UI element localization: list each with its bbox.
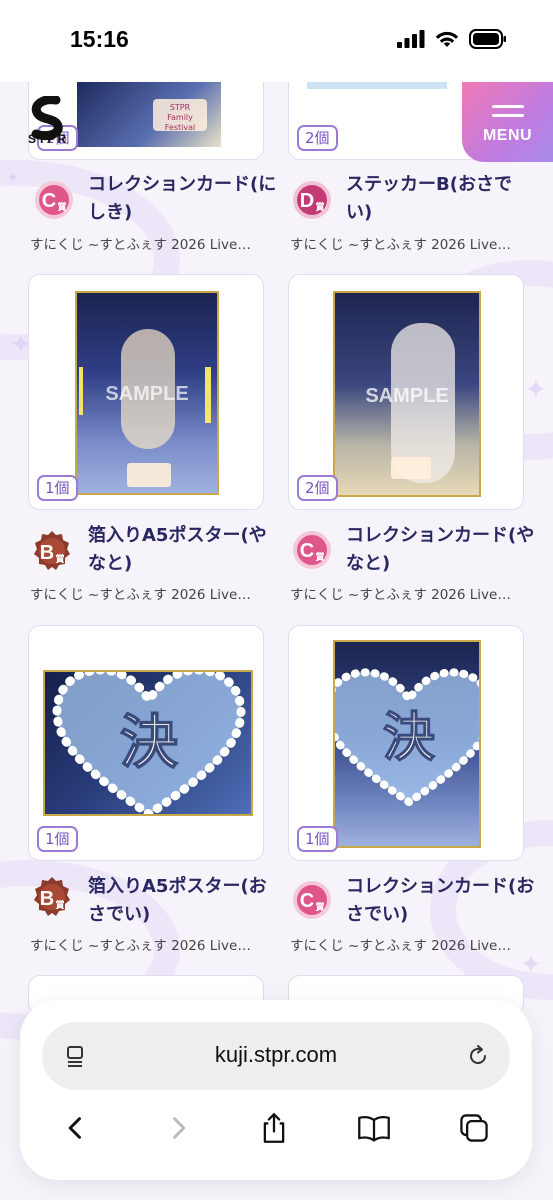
item-subtitle: すにくじ ~すとふぇす 2026 Live… [290,587,511,603]
sample-watermark: SAMPLE [365,385,449,407]
svg-text:賞: 賞 [315,901,324,913]
status-time: 15:16 [70,26,129,52]
svg-text:賞: 賞 [315,201,324,213]
tabs-button[interactable] [454,1108,494,1148]
item-image: 決 [43,670,253,816]
item-card-2[interactable]: SAMPLE 1個 [28,274,264,510]
forward-button[interactable] [158,1108,198,1148]
item-image: STPR Family Festival [77,81,221,147]
wifi-icon [435,31,459,47]
share-icon [263,1113,285,1143]
menu-label: MENU [482,127,533,144]
item-title[interactable]: コレクションカード(にしき) [88,171,278,227]
quantity-badge: 2個 [297,475,338,501]
item-card-5[interactable]: 決 1個 [288,625,524,861]
quantity-badge: 2個 [297,125,338,151]
menu-button[interactable]: MENU [462,82,553,162]
svg-text:決: 決 [383,708,436,768]
svg-text:決: 決 [120,708,178,776]
cellular-signal-icon [397,30,425,48]
quantity-badge: 1個 [37,475,78,501]
prize-c-icon: C 賞 [293,881,331,919]
item-subtitle: すにくじ ~すとふぇす 2026 Live… [30,938,251,954]
hamburger-icon [491,99,524,123]
heart-frame-icon: 決 [335,668,479,807]
item-title[interactable]: コレクションカード(やなと) [346,522,536,578]
reload-icon[interactable] [466,1044,490,1068]
item-title[interactable]: 箔入りA5ポスター(やなと) [88,522,278,578]
back-button[interactable] [56,1108,96,1148]
chevron-right-icon [173,1117,186,1139]
svg-text:賞: 賞 [57,201,66,213]
svg-text:C: C [300,890,314,912]
item-subtitle: すにくじ ~すとふぇす 2026 Live… [290,237,511,253]
logo-text: STPR [28,132,69,146]
item-title[interactable]: 箔入りA5ポスター(おさでい) [88,873,278,929]
address-bar[interactable]: kuji.stpr.com [42,1022,510,1090]
bookmarks-button[interactable] [354,1108,394,1148]
item-image: SAMPLE [333,291,481,497]
svg-text:賞: 賞 [315,551,324,563]
svg-text:賞: 賞 [55,899,64,911]
share-button[interactable] [254,1108,294,1148]
svg-text:B: B [40,542,54,564]
item-subtitle: すにくじ ~すとふぇす 2026 Live… [290,938,511,954]
quantity-badge: 1個 [37,826,78,852]
prize-d-icon: D 賞 [293,181,331,219]
svg-text:C: C [42,190,56,212]
item-subtitle: すにくじ ~すとふぇす 2026 Live… [30,237,251,253]
prize-b-icon: B 賞 [34,531,70,570]
item-image: 決 [333,640,481,848]
tabs-icon [460,1114,488,1142]
item-image [307,81,447,89]
quantity-badge: 1個 [297,826,338,852]
browser-toolbar: kuji.stpr.com [20,1000,532,1180]
url-text[interactable]: kuji.stpr.com [42,1042,510,1068]
status-bar: 15:16 [0,0,553,82]
chevron-left-icon [68,1117,81,1139]
svg-text:B: B [40,888,54,910]
book-icon [358,1115,390,1142]
prize-b-icon: B 賞 [34,877,70,916]
svg-text:D: D [300,190,314,212]
sample-watermark: SAMPLE [105,383,189,405]
prize-c-icon: C 賞 [293,531,331,569]
prize-c-icon: C 賞 [35,181,73,219]
item-title[interactable]: コレクションカード(おさでい) [346,873,536,929]
battery-icon [469,29,506,49]
svg-text:C: C [300,540,314,562]
item-image: SAMPLE [75,291,219,495]
item-title[interactable]: ステッカーB(おさでい) [346,171,536,227]
item-card-3[interactable]: SAMPLE 2個 [288,274,524,510]
item-card-4[interactable]: 決 1個 [28,625,264,861]
svg-text:賞: 賞 [55,553,64,565]
heart-frame-icon: 決 [52,672,246,814]
item-subtitle: すにくじ ~すとふぇす 2026 Live… [30,587,251,603]
